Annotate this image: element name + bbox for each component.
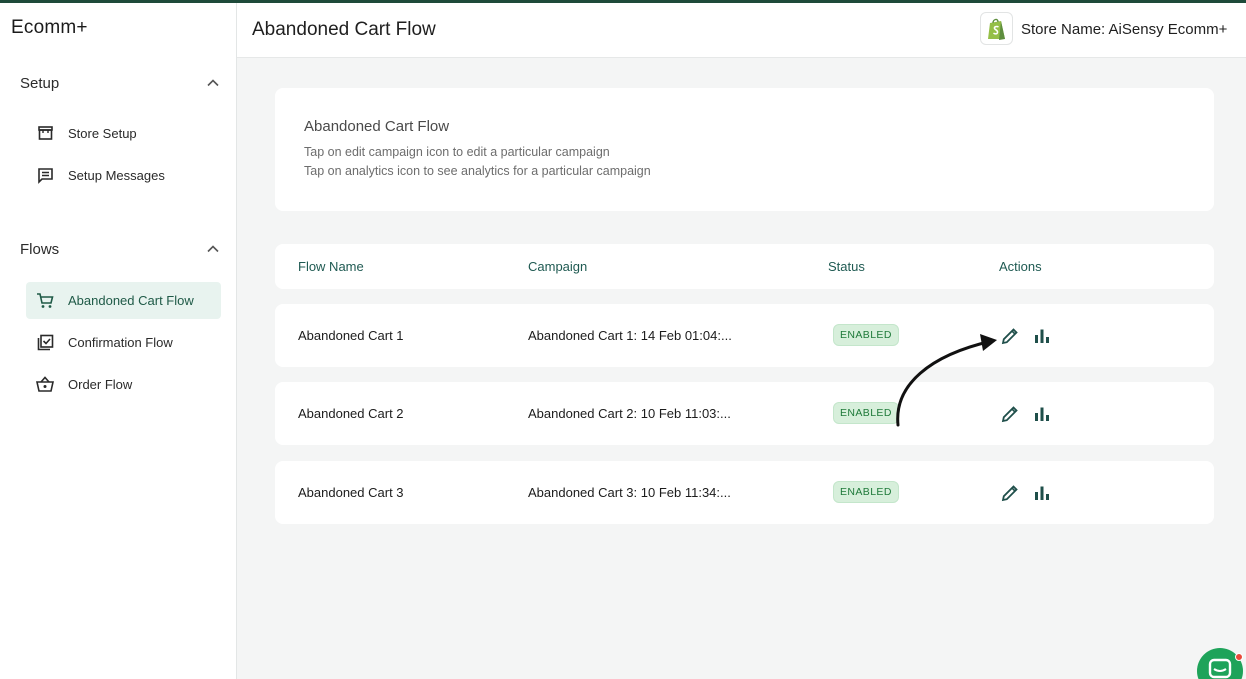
info-title: Abandoned Cart Flow — [304, 118, 450, 135]
sidebar-item-label: Order Flow — [68, 377, 133, 392]
analytics-bar-icon[interactable] — [1032, 404, 1052, 424]
column-header-campaign: Campaign — [528, 259, 588, 274]
flow-name: Abandoned Cart 1 — [298, 328, 404, 343]
info-hint-analytics: Tap on analytics icon to see analytics f… — [304, 164, 651, 178]
sidebar-item-store-setup[interactable]: Store Setup — [26, 115, 221, 152]
top-header: Abandoned Cart Flow Store Name: AiSensy … — [237, 3, 1246, 58]
sidebar-item-label: Confirmation Flow — [68, 335, 173, 350]
column-header-actions: Actions — [999, 259, 1042, 274]
info-card: Abandoned Cart Flow Tap on edit campaign… — [275, 88, 1214, 211]
message-icon — [36, 167, 54, 185]
campaign-name: Abandoned Cart 2: 10 Feb 11:03:... — [528, 406, 731, 421]
notification-dot — [1235, 653, 1243, 661]
sidebar-section-flows[interactable]: Flows — [20, 237, 220, 261]
cart-icon — [36, 292, 54, 310]
table-row: Abandoned Cart 1 Abandoned Cart 1: 14 Fe… — [275, 304, 1214, 367]
chevron-up-icon — [207, 79, 219, 87]
table-row: Abandoned Cart 2 Abandoned Cart 2: 10 Fe… — [275, 382, 1214, 445]
brand-logo[interactable]: Ecomm+ — [11, 17, 88, 39]
sidebar-item-confirmation-flow[interactable]: Confirmation Flow — [26, 324, 221, 361]
sidebar-item-label: Store Setup — [68, 126, 137, 141]
info-hint-edit: Tap on edit campaign icon to edit a part… — [304, 145, 610, 159]
edit-pencil-icon[interactable] — [1000, 483, 1020, 503]
flow-name: Abandoned Cart 3 — [298, 485, 404, 500]
table-row: Abandoned Cart 3 Abandoned Cart 3: 10 Fe… — [275, 461, 1214, 524]
analytics-bar-icon[interactable] — [1032, 326, 1052, 346]
chevron-up-icon — [207, 245, 219, 253]
shopify-icon — [980, 12, 1013, 45]
campaign-name: Abandoned Cart 3: 10 Feb 11:34:... — [528, 485, 731, 500]
sidebar-item-label: Setup Messages — [68, 168, 165, 183]
page-title: Abandoned Cart Flow — [252, 19, 436, 40]
section-title-flows: Flows — [20, 240, 60, 258]
basket-icon — [36, 376, 54, 394]
annotation-arrow — [896, 334, 997, 427]
section-title-setup: Setup — [20, 74, 60, 92]
sidebar-item-label: Abandoned Cart Flow — [68, 293, 194, 308]
sidebar-item-setup-messages[interactable]: Setup Messages — [26, 157, 221, 194]
sidebar-item-order-flow[interactable]: Order Flow — [26, 366, 221, 403]
sidebar-item-abandoned-cart-flow[interactable]: Abandoned Cart Flow — [26, 282, 221, 319]
campaign-name: Abandoned Cart 1: 14 Feb 01:04:... — [528, 328, 732, 343]
store-icon — [36, 125, 54, 143]
sidebar-section-setup[interactable]: Setup — [20, 71, 220, 95]
column-header-flow-name: Flow Name — [298, 259, 364, 274]
store-name: Store Name: AiSensy Ecomm+ — [1021, 21, 1228, 38]
checklist-icon — [36, 334, 54, 352]
sidebar: Ecomm+ Setup Store Setup Setup Messages … — [0, 3, 237, 679]
column-header-status: Status — [828, 259, 865, 274]
status-badge: ENABLED — [833, 481, 899, 503]
analytics-bar-icon[interactable] — [1032, 483, 1052, 503]
flow-name: Abandoned Cart 2 — [298, 406, 404, 421]
table-header: Flow Name Campaign Status Actions — [275, 244, 1214, 289]
